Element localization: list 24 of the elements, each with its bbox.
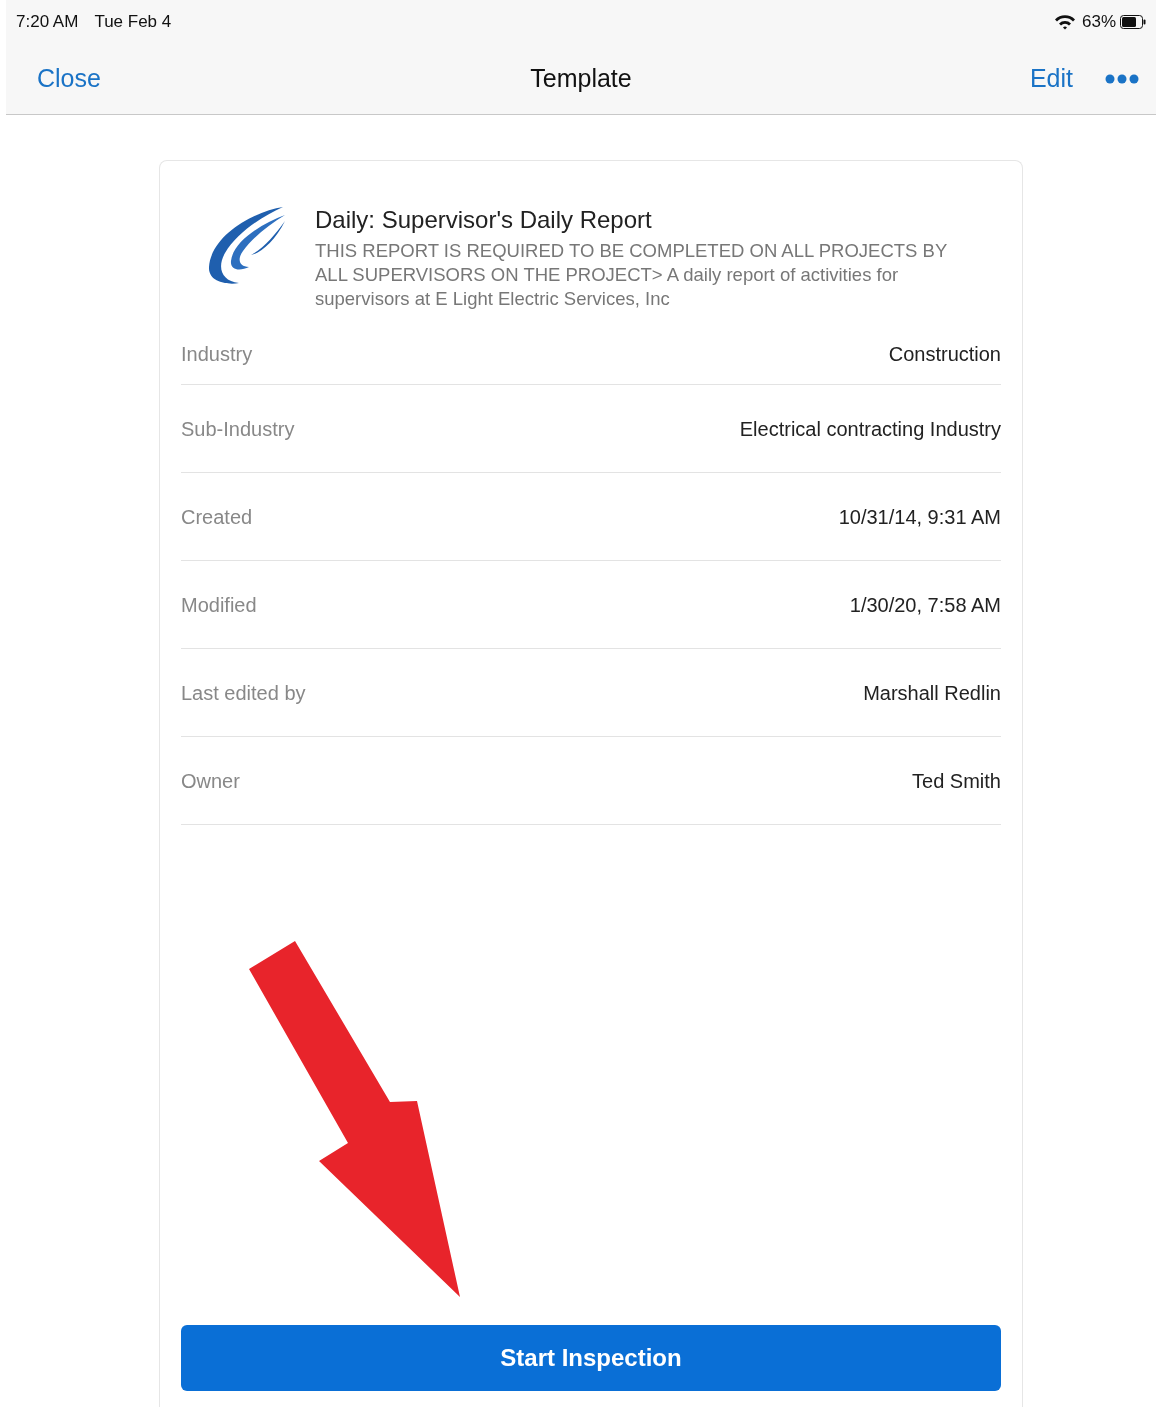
detail-label: Owner xyxy=(181,768,240,794)
detail-label: Modified xyxy=(181,592,257,618)
status-date: Tue Feb 4 xyxy=(94,11,172,34)
template-description: THIS REPORT IS REQUIRED TO BE COMPLETED ON ALL PROJECTS BY ALL SUPERVISORS ON THE PROJECT> A daily report of activities for supervisors at E Light Electric Services, Inc xyxy=(315,239,948,311)
wifi-icon xyxy=(1053,14,1076,30)
start-inspection-button[interactable]: Start Inspection xyxy=(181,1325,1001,1391)
template-title: Daily: Supervisor's Daily Report xyxy=(315,205,653,235)
battery-icon xyxy=(1120,15,1146,29)
battery-percent: 63% xyxy=(1081,11,1116,34)
detail-label: Industry xyxy=(181,341,253,367)
detail-label: Sub-Industry xyxy=(181,416,295,442)
nav-title: Template xyxy=(530,63,632,95)
detail-value: Ted Smith xyxy=(912,768,1001,794)
detail-label: Created xyxy=(181,504,253,530)
detail-value: Electrical contracting Industry xyxy=(739,416,1001,442)
close-button[interactable]: Close xyxy=(37,60,101,98)
detail-value: Marshall Redlin xyxy=(863,680,1001,706)
detail-value: 1/30/20, 7:58 AM xyxy=(849,592,1001,618)
more-icon[interactable] xyxy=(1105,74,1139,84)
detail-value: Construction xyxy=(888,341,1001,367)
status-time: 7:20 AM xyxy=(16,11,79,34)
detail-value: 10/31/14, 9:31 AM xyxy=(838,504,1001,530)
edit-button[interactable]: Edit xyxy=(1029,60,1073,98)
detail-label: Last edited by xyxy=(181,680,306,706)
